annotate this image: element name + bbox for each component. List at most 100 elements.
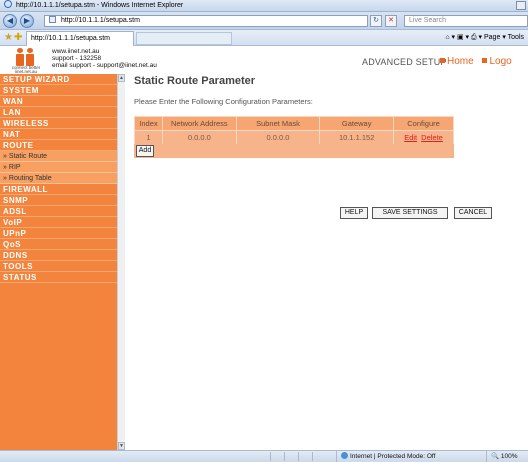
chevron-down-icon: ▾ [502,34,506,41]
delete-link[interactable]: Delete [421,133,443,142]
logout-link[interactable]: Logo [489,56,511,67]
sidebar-item-label: Routing Table [8,175,52,182]
add-row: Add [134,144,454,158]
cell-network: 0.0.0.0 [161,130,237,145]
feeds-icon[interactable]: ▣ ▾ [457,34,469,41]
address-toolbar: ◀ ▶ http://10.1.1.1/setupa.stm ↻ ✕ Live … [0,12,528,30]
search-input[interactable]: Live Search [404,15,528,27]
sidebar-item-firewall[interactable]: FIREWALL [0,184,117,195]
bullet-icon [482,58,488,63]
router-header: connect better iinet.net.au www.iinet.ne… [0,46,528,74]
sidebar-item-rip[interactable]: » RIP [0,162,117,173]
tab-active[interactable]: http://10.1.1.1/setupa.stm [26,31,134,46]
scroll-down-icon[interactable]: ▼ [118,442,125,450]
edit-link[interactable]: Edit [404,133,417,142]
cancel-button[interactable]: CANCEL [454,207,492,219]
page-title: Static Route Parameter [134,75,256,87]
sidebar-item-route[interactable]: ROUTE [0,140,117,151]
sidebar-item-wan[interactable]: WAN [0,96,117,107]
table-header-row: Index Network Address Subnet Mask Gatewa… [134,116,454,131]
help-button[interactable]: HELP [340,207,368,219]
col-gateway: Gateway [319,116,395,131]
sidebar-item-wireless[interactable]: WIRELESS [0,118,117,129]
sidebar-item-adsl[interactable]: ADSL [0,206,117,217]
scroll-up-icon[interactable]: ▲ [118,74,125,82]
home-link[interactable]: Home [447,56,474,67]
support-email: email support - support@iinet.net.au [52,62,157,69]
sidebar-item-label: QoS [3,240,21,249]
sidebar-item-label: TOOLS [3,262,33,271]
title-bar: http://10.1.1.1/setupa.stm - Windows Int… [0,0,528,12]
sidebar-item-qos[interactable]: QoS [0,239,117,250]
instruction-text: Please Enter the Following Configuration… [134,97,313,106]
sidebar-item-label: FIREWALL [3,185,48,194]
sidebar-item-tools[interactable]: TOOLS [0,261,117,272]
sidebar-item-system[interactable]: SYSTEM [0,85,117,96]
sidebar-item-label: STATUS [3,273,37,282]
zone-text: Internet | Protected Mode: Off [350,453,436,460]
main-panel: Static Route Parameter Please Enter the … [134,74,528,219]
command-bar: ⌂ ▾ ▣ ▾ ⎙ ▾ Page ▾ Tools [445,33,524,43]
status-bar: Internet | Protected Mode: Off 🔍 100% [0,450,528,462]
table-row: 1 0.0.0.0 0.0.0.0 10.1.1.152 Edit Delete [134,130,454,145]
sidebar-item-ddns[interactable]: DDNS [0,250,117,261]
address-text: http://10.1.1.1/setupa.stm [60,17,140,24]
sidebar-item-voip[interactable]: VoIP [0,217,117,228]
new-tab[interactable] [136,32,232,45]
top-links: Home Logo [440,56,512,67]
address-bar[interactable]: http://10.1.1.1/setupa.stm [44,15,368,27]
forward-button[interactable]: ▶ [20,14,34,28]
zoom-icon: 🔍 [491,453,500,460]
save-settings-button[interactable]: SAVE SETTINGS [372,207,448,219]
add-favorite-icon[interactable]: ✚ [14,32,22,43]
sidebar-item-label: WAN [3,97,24,106]
tab-toolbar: ★ ✚ http://10.1.1.1/setupa.stm ⌂ ▾ ▣ ▾ ⎙… [0,30,528,46]
page-menu[interactable]: Page [484,34,500,41]
sidebar-scrollbar[interactable]: ▲ ▼ [117,74,125,450]
refresh-icon[interactable]: ↻ [370,15,382,27]
sidebar-item-setup-wizard[interactable]: SETUP WIZARD [0,74,117,85]
browser-window: http://10.1.1.1/setupa.stm - Windows Int… [0,0,528,462]
bullet-icon [440,58,445,63]
sidebar-item-snmp[interactable]: SNMP [0,195,117,206]
sidebar-item-routing-table[interactable]: » Routing Table [0,173,117,184]
home-icon[interactable]: ⌂ ▾ [445,34,455,41]
ie-icon [4,0,12,8]
page-icon [49,16,56,23]
back-button[interactable]: ◀ [3,14,17,28]
window-title: http://10.1.1.1/setupa.stm - Windows Int… [15,2,184,9]
arrow-icon: » [3,164,7,171]
favorites-star-icon[interactable]: ★ [4,32,13,43]
static-route-table: Index Network Address Subnet Mask Gatewa… [134,116,454,145]
sidebar-item-label: SETUP WIZARD [3,75,70,84]
sidebar-item-status[interactable]: STATUS [0,272,117,283]
page-content: connect better iinet.net.au www.iinet.ne… [0,46,528,450]
col-mask: Subnet Mask [235,116,321,131]
sidebar-item-label: DDNS [3,251,28,260]
status-segment [270,452,282,461]
logo-dot [17,48,23,53]
contact-info: www.iinet.net.au support - 132258 email … [52,48,157,69]
sidebar-item-upnp[interactable]: UPnP [0,228,117,239]
add-button[interactable]: Add [136,145,154,157]
status-segment [312,452,324,461]
window-controls[interactable] [516,1,526,10]
sidebar-item-label: RIP [8,164,21,171]
arrow-icon: » [3,153,7,160]
zoom-level[interactable]: 🔍 100% [486,451,528,462]
sidebar-item-nat[interactable]: NAT [0,129,117,140]
sidebar-item-label: NAT [3,130,21,139]
col-index: Index [134,116,163,131]
stop-icon[interactable]: ✕ [385,15,397,27]
security-zone[interactable]: Internet | Protected Mode: Off [336,451,476,462]
print-icon[interactable]: ⎙ ▾ [471,34,482,41]
sidebar-item-label: SNMP [3,196,29,205]
tools-menu[interactable]: Tools [508,34,524,41]
cell-mask: 0.0.0.0 [235,130,321,145]
sidebar-item-lan[interactable]: LAN [0,107,117,118]
status-segment [284,452,296,461]
sidebar-item-static-route[interactable]: » Static Route [0,151,117,162]
zoom-text: 100% [500,453,518,460]
logo-dot [27,48,33,53]
arrow-icon: » [3,175,7,182]
